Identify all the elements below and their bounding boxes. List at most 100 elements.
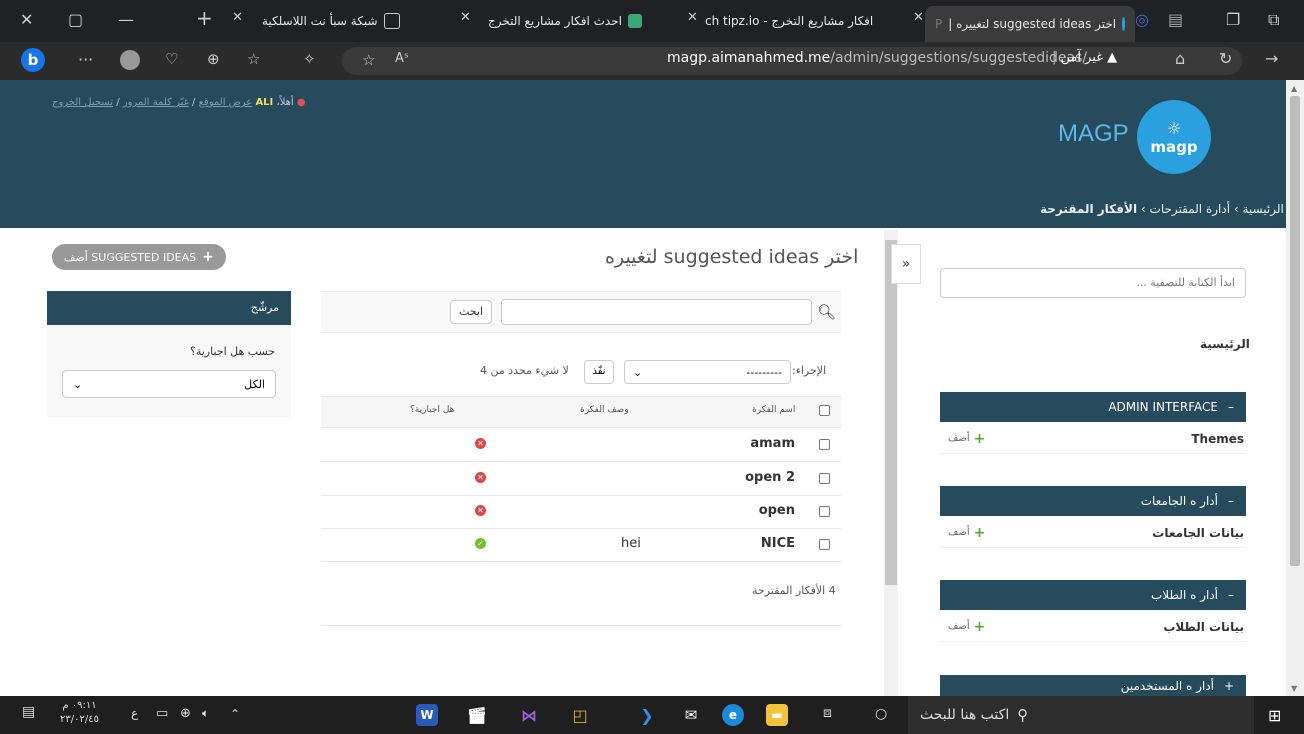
url-text[interactable]: magp.aimanahmed.me/admin/suggestions/sug… (667, 50, 1087, 66)
tab-actions-icon[interactable]: ❐ (1226, 10, 1240, 29)
show-hidden-icons[interactable]: ⌃ (230, 707, 240, 721)
collections-icon[interactable]: ⊕ (207, 50, 220, 68)
select-all-checkbox[interactable] (819, 405, 830, 416)
column-header-name[interactable]: اسم الفكرة (752, 405, 795, 415)
row-checkbox[interactable] (819, 439, 830, 450)
idea-name-link[interactable]: NICE (761, 536, 795, 551)
bing-chat-icon[interactable]: b (21, 48, 45, 72)
row-checkbox[interactable] (819, 506, 830, 517)
scroll-down-icon[interactable]: ▼ (1291, 684, 1297, 693)
file-explorer-icon[interactable]: ▬ (766, 704, 788, 726)
tab-wireless-network[interactable]: شبكة سبأ نت اللاسلكية (262, 8, 420, 34)
add-students-link[interactable]: + أضف (948, 619, 985, 635)
idea-name-link[interactable]: amam (750, 436, 795, 451)
column-header-description[interactable]: وصف الفكرة (580, 405, 629, 415)
mail-icon[interactable]: ✉ (680, 704, 702, 726)
app-caption-admin-interface[interactable]: ADMIN INTERFACE – (940, 392, 1246, 422)
run-action-button[interactable]: نفّذ (584, 360, 614, 384)
row-checkbox[interactable] (819, 539, 830, 550)
refresh-icon[interactable]: ↻ (1219, 49, 1232, 68)
plus-icon: + (202, 249, 214, 265)
model-link-themes[interactable]: Themes (1191, 432, 1244, 446)
breadcrumb-home[interactable]: الرئيسية (1242, 202, 1283, 216)
site-favicon-icon (627, 14, 642, 28)
model-row-themes: + أضف Themes (940, 424, 1246, 454)
battery-icon[interactable]: ▭ (156, 706, 168, 721)
taskbar-clock[interactable]: ٠٩:١١ م ٢٣/٠٢/٤٥ (60, 699, 99, 727)
app-icon[interactable]: ◰ (569, 704, 591, 726)
scroll-up-icon[interactable]: ▲ (1291, 84, 1297, 93)
volume-icon[interactable]: 🔈︎ (202, 706, 209, 721)
tab-close-icon[interactable]: ✕ (232, 10, 243, 25)
visual-studio-icon[interactable]: ⋈ (518, 704, 540, 726)
home-icon[interactable]: ⌂ (1175, 49, 1185, 68)
clapperboard-icon[interactable]: 🎬︎ (466, 704, 488, 726)
collapse-icon[interactable]: – (1228, 400, 1234, 414)
collections-icon[interactable]: ▤ (1168, 10, 1183, 29)
favorites-icon[interactable]: ☆ (247, 50, 260, 68)
tab-suggested-ideas-active[interactable]: اختر suggested ideas لتغييره | P (925, 6, 1135, 42)
profile-avatar[interactable] (120, 50, 140, 70)
add-universities-link[interactable]: + أضف (948, 525, 985, 541)
extensions-icon[interactable]: ✧ (303, 50, 316, 68)
add-themes-link[interactable]: + أضف (948, 431, 985, 447)
user-greeting: أهلاً، (276, 97, 294, 108)
filter-mandatory-select[interactable]: ⌄ الكل (62, 370, 276, 398)
minimize-window-icon[interactable]: — (118, 10, 134, 29)
model-link-universities[interactable]: بيانات الجامعات (1152, 526, 1244, 540)
site-logo-text[interactable]: MAGP (1058, 120, 1129, 148)
tab-close-icon[interactable]: ✕ (687, 10, 698, 25)
row-checkbox[interactable] (819, 473, 830, 484)
network-icon[interactable]: ⊕ (180, 706, 191, 721)
edge-icon[interactable]: e (722, 704, 744, 726)
windows-start-icon[interactable]: ⊞ (1268, 706, 1281, 725)
collapse-icon[interactable]: – (1228, 494, 1234, 508)
sidebar-scrollbar-thumb[interactable] (885, 240, 897, 585)
security-indicator[interactable]: | غير آمن ▲ (1052, 50, 1117, 65)
tab-close-icon[interactable]: ✕ (913, 10, 924, 25)
view-site-link[interactable]: عرض الموقع (199, 97, 253, 108)
task-view-icon[interactable]: ⧈ (823, 705, 832, 721)
word-icon[interactable]: W (416, 704, 438, 726)
new-tab-icon[interactable]: + (196, 6, 213, 30)
more-options-icon[interactable]: ··· (78, 50, 93, 69)
restore-window-icon[interactable]: ▢ (68, 10, 83, 29)
logout-link[interactable]: تسجيل الخروج (52, 97, 113, 108)
idea-name-link[interactable]: open 2 (745, 470, 795, 485)
sidebar-icon[interactable]: ⧉ (1268, 10, 1279, 30)
close-window-icon[interactable]: ✕ (20, 10, 33, 29)
page-scrollbar-thumb[interactable] (1290, 96, 1300, 566)
expand-icon[interactable]: + (1224, 679, 1234, 693)
nav-filter-input[interactable]: ابدأ الكتابة للتصفية ... (940, 268, 1246, 298)
language-indicator[interactable]: ع (131, 706, 138, 720)
workspaces-icon[interactable]: ◎ (1135, 10, 1149, 29)
tab-latest-ideas[interactable]: احدث افكار مشاريع التخرج (488, 8, 673, 34)
health-icon[interactable]: ♡ (165, 50, 178, 68)
app-caption-users[interactable]: أدار ه المستخدمين + (940, 675, 1246, 696)
breadcrumb-app[interactable]: أدارة المقترحات (1150, 202, 1231, 216)
change-password-link[interactable]: غيّر كلمة المرور (123, 97, 189, 108)
app-caption-universities[interactable]: أدار ه الجامعات – (940, 486, 1246, 516)
tab-close-icon[interactable]: ✕ (460, 10, 471, 25)
app-caption-students[interactable]: أدار ه الطلاب – (940, 580, 1246, 610)
search-input[interactable] (501, 299, 812, 325)
nav-sidebar-toggle[interactable]: » (891, 244, 921, 284)
search-button[interactable]: ابحث (450, 300, 492, 324)
column-header-mandatory[interactable]: هل اجبارية؟ (410, 405, 454, 415)
nav-home-link[interactable]: الرئيسية (1200, 337, 1250, 351)
idea-name-link[interactable]: open (759, 503, 795, 518)
notifications-icon[interactable]: ▤ (22, 704, 35, 720)
read-aloud-icon[interactable]: Aˢ (395, 51, 409, 66)
model-link-students[interactable]: بيانات الطلاب (1163, 620, 1244, 634)
vscode-icon[interactable]: ❯ (636, 704, 658, 726)
back-icon[interactable]: → (1265, 49, 1278, 68)
taskbar-search[interactable]: ⚲ اكتب هنا للبحث (908, 696, 1254, 734)
cortana-icon[interactable]: ○ (875, 706, 887, 722)
tab-tipz-ideas[interactable]: افكار مشاريع التخرج - ch tipz.io (705, 8, 873, 34)
action-select[interactable]: ⌄ --------- (624, 360, 791, 384)
site-logo[interactable]: ☼ magp (1137, 100, 1211, 174)
magp-favicon-icon (1122, 17, 1125, 31)
add-favorite-icon[interactable]: ☆ (362, 51, 375, 69)
add-suggested-idea-button[interactable]: أضف SUGGESTED IDEAS + (52, 244, 226, 270)
collapse-icon[interactable]: – (1228, 588, 1234, 602)
